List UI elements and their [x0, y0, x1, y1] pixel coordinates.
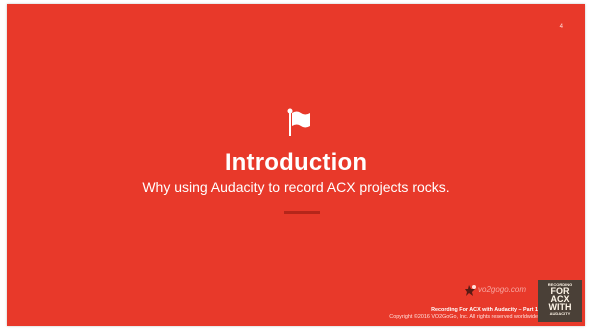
slide: 4 Introduction Why using Audacity to rec…: [7, 4, 585, 326]
thumb-line-5: AUDACITY: [549, 311, 571, 316]
course-title: Recording For ACX with Audacity – Part 1: [431, 307, 538, 313]
slide-subtitle: Why using Audacity to record ACX project…: [142, 179, 450, 195]
book-cover-thumbnail: RECORDING FOR ACX WITH AUDACITY: [538, 280, 582, 322]
slide-title: Introduction: [224, 149, 368, 176]
flag-icon: [287, 108, 310, 136]
page-number: 4: [559, 24, 563, 30]
thumb-line-4: WITH: [548, 302, 572, 312]
title-divider: [284, 211, 320, 214]
copyright-text: Copyright ©2016 VO2GoGo, Inc. All rights…: [389, 314, 538, 320]
brand-url: vo2gogo.com: [478, 285, 527, 294]
